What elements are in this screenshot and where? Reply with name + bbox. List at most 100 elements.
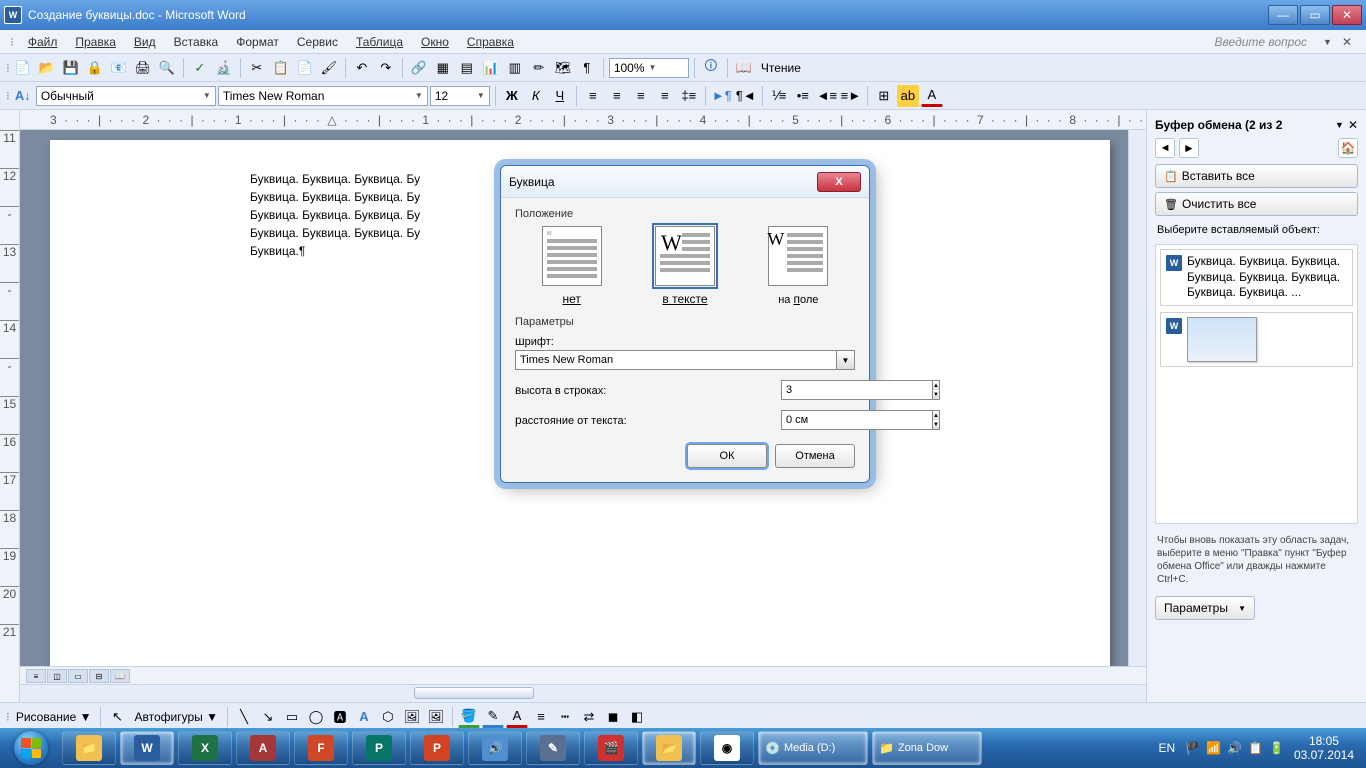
- open-button[interactable]: 📂: [36, 57, 58, 79]
- dialog-close-button[interactable]: X: [817, 172, 861, 192]
- rectangle-button[interactable]: ▭: [281, 706, 303, 728]
- tray-battery-icon[interactable]: 🔋: [1269, 741, 1284, 755]
- email-button[interactable]: 📧: [108, 57, 130, 79]
- tray-icons[interactable]: 🏴 📶 🔊 📋 🔋: [1185, 741, 1284, 755]
- line-spacing-button[interactable]: ‡≡: [678, 85, 700, 107]
- position-in-margin[interactable]: W на на полеполе: [768, 226, 828, 306]
- distance-spinner[interactable]: ▲▼: [781, 410, 855, 430]
- taskbar-explorer[interactable]: 📁: [62, 731, 116, 765]
- paste-all-button[interactable]: 📋 Вставить все: [1155, 164, 1358, 188]
- oval-button[interactable]: ◯: [305, 706, 327, 728]
- taskbar-app2[interactable]: 🎬: [584, 731, 638, 765]
- spellcheck-button[interactable]: ✓: [189, 57, 211, 79]
- preview-button[interactable]: 🔍: [156, 57, 178, 79]
- lines-down[interactable]: ▼: [933, 390, 939, 399]
- tray-volume-icon[interactable]: 🔊: [1227, 741, 1242, 755]
- new-doc-button[interactable]: 📄: [12, 57, 34, 79]
- ok-button[interactable]: ОК: [687, 444, 767, 468]
- redo-button[interactable]: ↷: [375, 57, 397, 79]
- reading-label[interactable]: Чтение: [757, 61, 805, 75]
- bold-button[interactable]: Ж: [501, 85, 523, 107]
- ltr-button[interactable]: ►¶: [711, 85, 733, 107]
- menu-view[interactable]: Вид: [126, 32, 164, 52]
- numbering-button[interactable]: ⅟≡: [768, 85, 790, 107]
- arrow-button[interactable]: ↘: [257, 706, 279, 728]
- menu-format[interactable]: Формат: [228, 32, 287, 52]
- underline-button[interactable]: Ч: [549, 85, 571, 107]
- taskbar-chrome[interactable]: ◉: [700, 731, 754, 765]
- vertical-scrollbar[interactable]: [1128, 130, 1146, 666]
- taskbar-media[interactable]: 💿Media (D:): [758, 731, 868, 765]
- excel-button[interactable]: 📊: [480, 57, 502, 79]
- textbox-button[interactable]: 🅰: [329, 706, 351, 728]
- rtl-button[interactable]: ¶◄: [735, 85, 757, 107]
- save-button[interactable]: 💾: [60, 57, 82, 79]
- normal-view-button[interactable]: ≡: [26, 669, 46, 683]
- italic-button[interactable]: К: [525, 85, 547, 107]
- select-objects-button[interactable]: ↖: [106, 706, 128, 728]
- clipboard-text-item[interactable]: W Буквица. Буквица. Буквица. Буквица. Бу…: [1160, 249, 1353, 306]
- menu-help[interactable]: Справка: [459, 32, 522, 52]
- columns-button[interactable]: ▥: [504, 57, 526, 79]
- font-size-combo[interactable]: 12▼: [430, 86, 490, 106]
- tables-borders-button[interactable]: ▦: [432, 57, 454, 79]
- reading-icon[interactable]: 📖: [733, 57, 755, 79]
- clipart-button[interactable]: 🖼: [401, 706, 423, 728]
- dash-style-button[interactable]: ┅: [554, 706, 576, 728]
- menu-tools[interactable]: Сервис: [289, 32, 346, 52]
- align-right-button[interactable]: ≡: [630, 85, 652, 107]
- lines-up[interactable]: ▲: [933, 381, 939, 390]
- taskbar-excel[interactable]: X: [178, 731, 232, 765]
- line-button[interactable]: ╲: [233, 706, 255, 728]
- tray-clipboard-icon[interactable]: 📋: [1248, 741, 1263, 755]
- reading-view-button[interactable]: 📖: [110, 669, 130, 683]
- menu-window[interactable]: Окно: [413, 32, 457, 52]
- autoshapes-menu[interactable]: Автофигуры ▼: [130, 710, 222, 724]
- highlight-button[interactable]: ab: [897, 85, 919, 107]
- font-color-button-draw[interactable]: А: [506, 706, 528, 728]
- taskbar-app1[interactable]: ✎: [526, 731, 580, 765]
- font-dropdown-button[interactable]: ▼: [837, 350, 855, 370]
- clipboard-image-item[interactable]: W: [1160, 312, 1353, 367]
- line-style-button[interactable]: ≡: [530, 706, 552, 728]
- insert-table-button[interactable]: ▤: [456, 57, 478, 79]
- tray-clock[interactable]: 18:05 03.07.2014: [1294, 734, 1354, 763]
- drawing-menu[interactable]: Рисование ▼: [12, 710, 96, 724]
- font-color-button[interactable]: А: [921, 85, 943, 107]
- menu-edit[interactable]: Правка: [67, 32, 124, 52]
- show-marks-button[interactable]: ¶: [576, 57, 598, 79]
- clear-all-button[interactable]: 🗑 Очистить все: [1155, 192, 1358, 216]
- print-button[interactable]: 🖨: [132, 57, 154, 79]
- taskbar-publisher[interactable]: P: [352, 731, 406, 765]
- copy-button[interactable]: 📋: [270, 57, 292, 79]
- taskbar-volume[interactable]: 🔊: [468, 731, 522, 765]
- tray-lang[interactable]: EN: [1159, 741, 1176, 755]
- distance-up[interactable]: ▲: [933, 411, 939, 420]
- drawing-toolbar-button[interactable]: ✏: [528, 57, 550, 79]
- increase-indent-button[interactable]: ≡►: [840, 85, 862, 107]
- taskbar-word[interactable]: W: [120, 731, 174, 765]
- start-button[interactable]: [4, 730, 58, 766]
- shadow-button[interactable]: ◼: [602, 706, 624, 728]
- cancel-button[interactable]: Отмена: [775, 444, 855, 468]
- font-combo[interactable]: Times New Roman▼: [218, 86, 428, 106]
- bullets-button[interactable]: •≡: [792, 85, 814, 107]
- research-button[interactable]: 🔬: [213, 57, 235, 79]
- print-view-button[interactable]: ▭: [68, 669, 88, 683]
- picture-button[interactable]: 🖼: [425, 706, 447, 728]
- fill-color-button[interactable]: 🪣: [458, 706, 480, 728]
- styles-button[interactable]: А↓: [12, 85, 34, 107]
- diagram-button[interactable]: ⬡: [377, 706, 399, 728]
- type-question-field[interactable]: Введите вопрос: [1205, 35, 1317, 49]
- close-button[interactable]: ✕: [1332, 5, 1362, 25]
- borders-button[interactable]: ⊞: [873, 85, 895, 107]
- style-combo[interactable]: Обычный▼: [36, 86, 216, 106]
- justify-button[interactable]: ≡: [654, 85, 676, 107]
- menu-insert[interactable]: Вставка: [166, 32, 227, 52]
- taskbar-access[interactable]: A: [236, 731, 290, 765]
- minimize-button[interactable]: —: [1268, 5, 1298, 25]
- tray-network-icon[interactable]: 📶: [1206, 741, 1221, 755]
- paste-button[interactable]: 📄: [294, 57, 316, 79]
- taskbar-frontpage[interactable]: F: [294, 731, 348, 765]
- permission-button[interactable]: 🔒: [84, 57, 106, 79]
